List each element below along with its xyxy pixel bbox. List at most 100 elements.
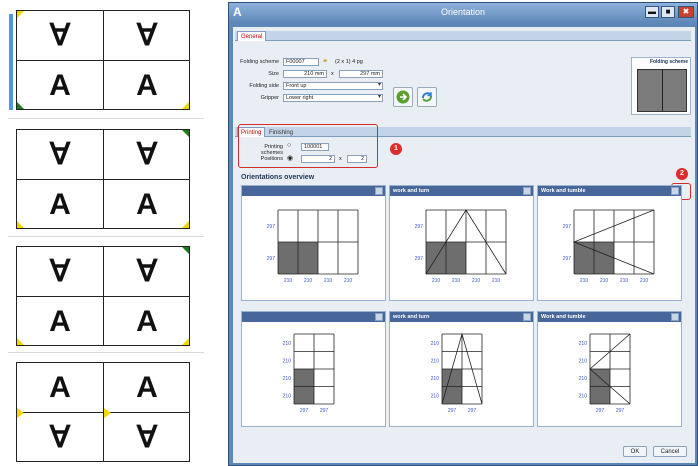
orientation-diagram: 210 210 210 210 297 297 — [283, 333, 335, 414]
row-dimension-label: 210 — [431, 358, 440, 364]
row-dimension-label: 297 — [415, 256, 424, 262]
sheet-preview[interactable]: ∀ ∀ A A — [16, 129, 190, 229]
orientation-card-title: work and turn — [390, 312, 533, 322]
card-select-icon[interactable] — [671, 187, 679, 195]
orientation-dialog: A Orientation ▬ ■ ✖ General Folding sche… — [228, 2, 698, 466]
column-dimension-label: 210 — [580, 278, 589, 284]
column-dimension-label: 210 — [452, 278, 461, 284]
folder-icon[interactable]: ▰ — [323, 58, 327, 64]
row-dimension-label: 297 — [415, 224, 424, 230]
title-bar[interactable]: A Orientation ▬ ■ ✖ — [229, 3, 697, 23]
orientation-card[interactable]: 210 210 210 210 297 297 — [241, 311, 386, 427]
column-dimension-label: 297 — [468, 408, 477, 414]
refresh-button[interactable] — [417, 87, 437, 107]
column-dimension-label: 210 — [600, 278, 609, 284]
orientation-card[interactable]: Work and tumble 297 297 210 210 210 210 — [537, 185, 682, 301]
folding-scheme-input[interactable]: F00007 — [283, 58, 319, 66]
corner-marker — [17, 408, 24, 418]
page-glyph: A — [136, 304, 158, 338]
dialog-title: Orientation — [440, 7, 486, 17]
orientation-diagram: 297 297 210 210 210 210 — [563, 209, 655, 284]
column-dimension-label: 297 — [320, 408, 329, 414]
row-dimension-label: 210 — [283, 341, 292, 347]
orientation-card[interactable]: 297 297 210 210 210 210 — [241, 185, 386, 301]
refresh-icon — [422, 92, 432, 102]
card-select-icon[interactable] — [375, 187, 383, 195]
folding-scheme-label: Folding scheme — [240, 59, 279, 65]
page-glyph: A — [49, 68, 71, 102]
sheet-preview[interactable]: A A ∀ ∀ — [16, 362, 190, 462]
orientation-card[interactable]: work and turn 210 210 210 210 297 297 — [389, 311, 534, 427]
corner-marker — [17, 221, 24, 228]
card-select-icon[interactable] — [375, 313, 383, 321]
row-dimension-label: 210 — [283, 376, 292, 382]
row-dimension-label: 210 — [431, 393, 440, 399]
size-width-input[interactable]: 210 mm — [283, 70, 327, 78]
column-dimension-label: 210 — [472, 278, 481, 284]
orientation-diagram: 297 297 210 210 210 210 — [267, 209, 359, 284]
row-dimension-label: 210 — [579, 376, 588, 382]
sheet-sequence-panel: ∀ ∀ A A ∀ ∀ A A ∀ ∀ A A A A ∀ ∀ — [0, 0, 210, 466]
orientation-card[interactable]: Work and tumble 210 210 210 210 297 297 — [537, 311, 682, 427]
dialog-body: General Folding scheme F00007 ▰ (2 x 1) … — [233, 27, 695, 463]
corner-marker — [17, 338, 24, 345]
minimize-button[interactable]: ▬ — [645, 6, 659, 18]
page-glyph: ∀ — [49, 19, 71, 52]
page-glyph: ∀ — [136, 255, 158, 288]
arrow-right-icon — [396, 90, 410, 104]
folding-side-select[interactable]: Front up — [283, 82, 383, 90]
column-dimension-label: 210 — [492, 278, 501, 284]
column-dimension-label: 210 — [344, 278, 353, 284]
row-dimension-label: 210 — [579, 393, 588, 399]
corner-marker — [182, 221, 189, 228]
corner-marker — [182, 247, 189, 254]
close-button[interactable]: ✖ — [678, 6, 694, 18]
selection-indicator — [9, 14, 13, 110]
orientation-card-title — [242, 186, 385, 196]
row-dimension-label: 297 — [563, 224, 572, 230]
folding-side-label: Folding side — [249, 83, 279, 89]
sheet-preview[interactable]: ∀ ∀ A A — [16, 246, 190, 346]
column-dimension-label: 210 — [432, 278, 441, 284]
page-glyph: A — [136, 187, 158, 221]
separator — [8, 352, 204, 353]
orientation-diagram: 297 297 210 210 210 210 — [415, 209, 507, 284]
apply-button[interactable] — [393, 87, 413, 107]
orientation-card-title: Work and tumble — [538, 312, 681, 322]
card-select-icon[interactable] — [671, 313, 679, 321]
badge-1: 1 — [390, 143, 402, 155]
size-label: Size — [268, 71, 279, 77]
corner-marker — [182, 338, 189, 345]
orientation-card[interactable]: work and turn 297 297 210 210 210 210 — [389, 185, 534, 301]
column-dimension-label: 297 — [616, 408, 625, 414]
sheet-preview[interactable]: ∀ ∀ A A — [16, 10, 190, 110]
row-dimension-label: 210 — [283, 358, 292, 364]
corner-marker — [17, 11, 24, 18]
row-dimension-label: 210 — [431, 376, 440, 382]
gripper-select[interactable]: Lower right — [283, 94, 383, 102]
corner-marker — [104, 408, 111, 418]
column-dimension-label: 297 — [300, 408, 309, 414]
row-dimension-label: 297 — [267, 256, 276, 262]
corner-marker — [17, 102, 24, 109]
orientation-card-title: Work and tumble — [538, 186, 681, 196]
size-height-input[interactable]: 297 mm — [339, 70, 383, 78]
orientations-overview-title: Orientations overview — [241, 174, 315, 181]
orientation-diagram: 210 210 210 210 297 297 — [579, 333, 631, 414]
page-glyph: A — [49, 304, 71, 338]
row-dimension-label: 210 — [283, 393, 292, 399]
maximize-button[interactable]: ■ — [661, 6, 675, 18]
corner-marker — [182, 130, 189, 137]
tab-general[interactable]: General — [237, 31, 267, 41]
page-glyph: ∀ — [49, 421, 71, 454]
card-select-icon[interactable] — [523, 187, 531, 195]
badge-2: 2 — [676, 168, 688, 180]
column-dimension-label: 210 — [324, 278, 333, 284]
ok-button[interactable]: OK — [623, 446, 647, 457]
corner-marker — [182, 102, 189, 109]
folding-scheme-preview: Folding scheme — [631, 57, 691, 115]
card-select-icon[interactable] — [523, 313, 531, 321]
page-glyph: ∀ — [49, 138, 71, 171]
column-dimension-label: 210 — [304, 278, 313, 284]
cancel-button[interactable]: Cancel — [653, 446, 687, 457]
